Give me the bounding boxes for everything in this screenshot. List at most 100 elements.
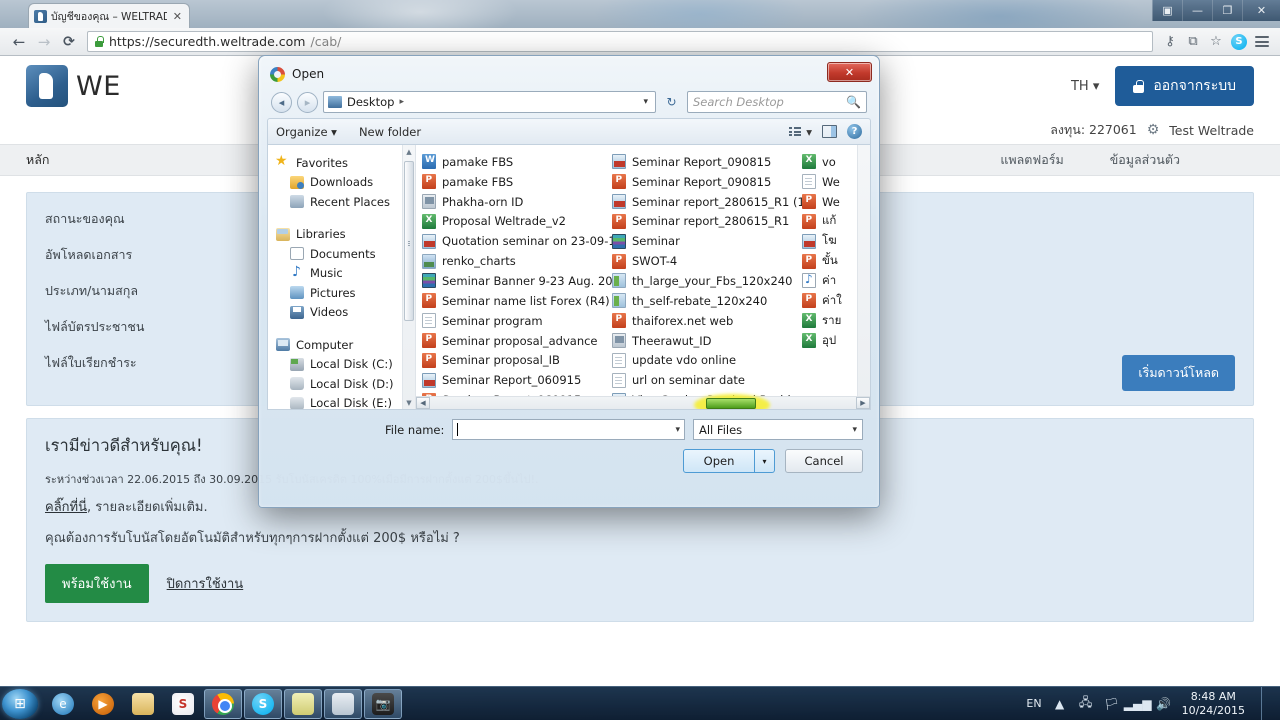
nav-item-computer[interactable]: Computer bbox=[274, 335, 415, 355]
new-folder-button[interactable]: New folder bbox=[359, 125, 421, 139]
nav-item-favorites[interactable]: Favorites bbox=[274, 153, 415, 173]
action-center-icon[interactable]: 🏳 bbox=[1104, 696, 1120, 712]
file-list-item[interactable]: SWOT-4 bbox=[612, 251, 802, 271]
window-close-button[interactable]: ✕ bbox=[1242, 0, 1280, 21]
gear-icon[interactable]: ⚙ bbox=[1147, 122, 1160, 138]
file-list-item[interactable]: ค่า bbox=[802, 271, 848, 291]
file-list-item[interactable]: Seminar Report_060915 bbox=[422, 370, 612, 390]
enable-bonus-button[interactable]: พร้อมใช้งาน bbox=[45, 563, 149, 603]
network-icon[interactable]: 🖧 bbox=[1078, 695, 1094, 712]
chevron-down-icon[interactable]: ▾ bbox=[643, 97, 651, 107]
nav-item-documents[interactable]: Documents bbox=[274, 244, 415, 264]
file-list-item[interactable]: Theerawut_ID bbox=[612, 331, 802, 351]
file-list-item[interactable]: แก้ bbox=[802, 212, 848, 232]
file-list-item[interactable]: Quotation seminar on 23-09-15 bbox=[422, 231, 612, 251]
open-button[interactable]: Open bbox=[683, 449, 755, 473]
file-list-item[interactable]: update vdo online bbox=[612, 350, 802, 370]
file-name-input[interactable]: ▾ bbox=[452, 419, 685, 440]
hscrollbar-thumb[interactable] bbox=[706, 398, 756, 409]
dialog-back-icon[interactable]: ◂ bbox=[271, 91, 292, 113]
file-list-item[interactable]: Proposal Weltrade_v2 bbox=[422, 212, 612, 232]
taskbar-screen-recorder[interactable]: 📷 bbox=[364, 688, 402, 719]
file-list-item[interactable]: thaiforex.net web bbox=[612, 311, 802, 331]
scroll-down-icon[interactable]: ▼ bbox=[403, 396, 415, 409]
cancel-button[interactable]: Cancel bbox=[785, 449, 863, 473]
taskbar-sticky-notes[interactable] bbox=[284, 688, 322, 719]
view-mode-button[interactable]: ▾ bbox=[789, 125, 812, 139]
preview-pane-icon[interactable] bbox=[822, 125, 837, 138]
nav-item-local-disk-c[interactable]: Local Disk (C:) bbox=[274, 355, 415, 375]
nav-item-main[interactable]: หลัก bbox=[26, 150, 49, 170]
file-list-item[interactable]: Seminar Report_090815 bbox=[612, 152, 802, 172]
start-button[interactable]: ⊞ bbox=[2, 688, 38, 719]
organize-button[interactable]: Organize ▾ bbox=[276, 125, 337, 139]
scroll-right-icon[interactable]: ▶ bbox=[856, 397, 870, 409]
file-list-item[interactable]: Seminar bbox=[612, 231, 802, 251]
nav-item-profile[interactable]: ข้อมูลส่วนตัว bbox=[1110, 150, 1180, 170]
file-list-item[interactable]: Seminar Banner 9-23 Aug. 2015 bbox=[422, 271, 612, 291]
search-input[interactable]: Search Desktop 🔍 bbox=[687, 91, 867, 113]
logout-button[interactable]: ออกจากระบบ bbox=[1115, 66, 1254, 106]
clock[interactable]: 8:48 AM 10/24/2015 bbox=[1182, 690, 1245, 718]
taskbar-internet-explorer[interactable]: e bbox=[44, 689, 82, 719]
address-bar[interactable]: https://securedth.weltrade.com/cab/ bbox=[87, 31, 1153, 52]
close-icon[interactable]: ✕ bbox=[171, 10, 184, 23]
nav-item-pictures[interactable]: Pictures bbox=[274, 283, 415, 303]
file-pane-horizontal-scrollbar[interactable]: ◀ ▶ bbox=[416, 394, 870, 409]
taskbar-google-chrome[interactable] bbox=[204, 688, 242, 719]
nav-item-local-disk-d[interactable]: Local Disk (D:) bbox=[274, 374, 415, 394]
nav-item-music[interactable]: Music bbox=[274, 264, 415, 284]
help-icon[interactable]: ? bbox=[847, 124, 862, 139]
skype-extension-icon[interactable]: S bbox=[1229, 32, 1249, 52]
extension-icon[interactable]: ⧉ bbox=[1183, 32, 1203, 52]
file-pane-vertical-scrollbar[interactable] bbox=[857, 145, 870, 396]
disable-bonus-link[interactable]: ปิดการใช้งาน bbox=[167, 573, 244, 594]
file-list-item[interactable]: Seminar name list Forex (R4) bbox=[422, 291, 612, 311]
maximize-button[interactable]: ❐ bbox=[1212, 0, 1242, 21]
taskbar-windows-explorer[interactable] bbox=[324, 688, 362, 719]
file-list-item[interactable]: vo bbox=[802, 152, 848, 172]
dialog-forward-icon[interactable]: ▸ bbox=[297, 91, 318, 113]
file-list-item[interactable]: renko_charts bbox=[422, 251, 612, 271]
back-icon[interactable]: ← bbox=[8, 31, 30, 53]
breadcrumb[interactable]: Desktop ▸ ▾ bbox=[323, 91, 656, 113]
signal-icon[interactable]: ▂▄▆ bbox=[1124, 696, 1152, 712]
reload-icon[interactable]: ⟳ bbox=[58, 31, 80, 53]
scroll-left-icon[interactable]: ◀ bbox=[416, 397, 430, 409]
start-download-button[interactable]: เริ่มดาวน์โหลด bbox=[1122, 355, 1235, 391]
file-list-item[interactable]: Seminar Report_090815 bbox=[612, 172, 802, 192]
taskbar-file-explorer[interactable] bbox=[124, 689, 162, 719]
nav-item-downloads[interactable]: Downloads bbox=[274, 173, 415, 193]
dialog-titlebar[interactable]: Open ✕ bbox=[264, 61, 874, 87]
nav-item-local-disk-e[interactable]: Local Disk (E:) bbox=[274, 394, 415, 409]
file-list-item[interactable]: Seminar proposal_IB bbox=[422, 350, 612, 370]
file-list-pane[interactable]: pamake FBS pamake FBS Phakha-orn ID Proposa… bbox=[416, 145, 870, 409]
weltrade-logo[interactable]: WE bbox=[26, 65, 121, 107]
file-list-item[interactable]: อุป bbox=[802, 331, 848, 351]
refresh-icon[interactable]: ↻ bbox=[661, 92, 682, 113]
volume-icon[interactable]: 🔊 bbox=[1156, 696, 1172, 712]
nav-item-libraries[interactable]: Libraries bbox=[274, 225, 415, 245]
breadcrumb-desktop[interactable]: Desktop bbox=[347, 95, 394, 109]
chevron-down-icon[interactable]: ▾ bbox=[675, 425, 680, 435]
browser-tab[interactable]: บัญชีของคุณ – WELTRADE ✕ bbox=[28, 3, 190, 28]
language-indicator[interactable]: EN bbox=[1026, 697, 1041, 710]
restore-session-button[interactable]: ▣ bbox=[1152, 0, 1182, 21]
scrollbar-thumb[interactable] bbox=[404, 161, 414, 321]
file-list-item[interactable]: url on seminar date bbox=[612, 370, 802, 390]
bookmark-star-icon[interactable]: ☆ bbox=[1206, 32, 1226, 52]
nav-item-platform[interactable]: แพลตฟอร์ม bbox=[1000, 150, 1063, 170]
key-icon[interactable]: ⚷ bbox=[1160, 32, 1180, 52]
show-desktop-button[interactable] bbox=[1261, 686, 1270, 720]
file-list-item[interactable]: pamake FBS bbox=[422, 152, 612, 172]
file-list-item[interactable]: Seminar report_280615_R1 bbox=[612, 212, 802, 232]
minimize-button[interactable]: — bbox=[1182, 0, 1212, 21]
show-hidden-icons-icon[interactable]: ▲ bbox=[1052, 696, 1068, 712]
nav-pane-scrollbar[interactable]: ▲ ▼ bbox=[402, 145, 415, 409]
file-list-item[interactable]: Seminar program bbox=[422, 311, 612, 331]
nav-item-recent-places[interactable]: Recent Places bbox=[274, 192, 415, 212]
file-list-item[interactable]: Seminar proposal_advance bbox=[422, 331, 612, 351]
taskbar-firefox[interactable]: S bbox=[164, 689, 202, 719]
open-dropdown-button[interactable]: ▾ bbox=[755, 449, 775, 473]
file-list-item[interactable]: ราย bbox=[802, 311, 848, 331]
